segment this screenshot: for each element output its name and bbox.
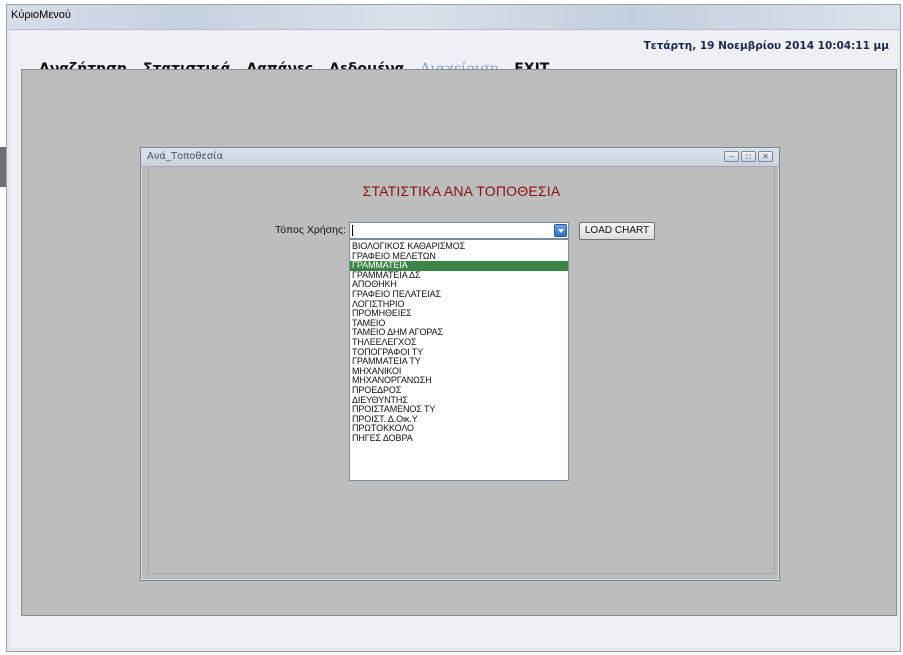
chevron-down-icon[interactable] [554, 224, 567, 237]
main-window-titlebar[interactable]: ΚύριοΜενού [7, 5, 900, 30]
child-window-titlebar[interactable]: Ανά_Τοποθεσία – □ ✕ [141, 148, 779, 167]
page-title: ΣΤΑΤΙΣΤΙΚΑ ΑΝΑ ΤΟΠΟΘΕΣΙΑ [362, 183, 561, 199]
close-icon[interactable]: ✕ [758, 151, 773, 162]
child-window-title: Ανά_Τοποθεσία [147, 151, 224, 162]
load-chart-button[interactable]: LOAD CHART [579, 222, 655, 240]
window-controls: – □ ✕ [724, 151, 773, 162]
text-caret [352, 225, 353, 236]
location-label: Τόπος Χρήσης: [275, 224, 346, 236]
minimize-icon[interactable]: – [724, 151, 739, 162]
child-window-body: ΣΤΑΤΙΣΤΙΚΑ ΑΝΑ ΤΟΠΟΘΕΣΙΑ Τόπος Χρήσης: L… [148, 166, 775, 574]
window-edge [0, 147, 6, 187]
main-window-title: ΚύριοΜενού [11, 9, 71, 21]
location-dropdown-list[interactable]: ΒΙΟΛΟΓΙΚΟΣ ΚΑΘΑΡΙΣΜΟΣ ΓΡΑΦΕΙΟ ΜΕΛΕΤΩΝ ΓΡΑΜ… [349, 239, 569, 481]
dropdown-option[interactable]: ΠΗΓΕΣ ΔΟΒΡΑ [350, 433, 568, 444]
location-input[interactable] [350, 223, 556, 238]
datetime-label: Τετάρτη, 19 Νοεμβρίου 2014 10:04:11 μμ [643, 40, 889, 52]
location-combobox[interactable] [349, 222, 569, 239]
maximize-icon[interactable]: □ [741, 151, 756, 162]
location-stats-window: Ανά_Τοποθεσία – □ ✕ ΣΤΑΤΙΣΤΙΚΑ ΑΝΑ ΤΟΠΟΘ… [140, 147, 780, 581]
